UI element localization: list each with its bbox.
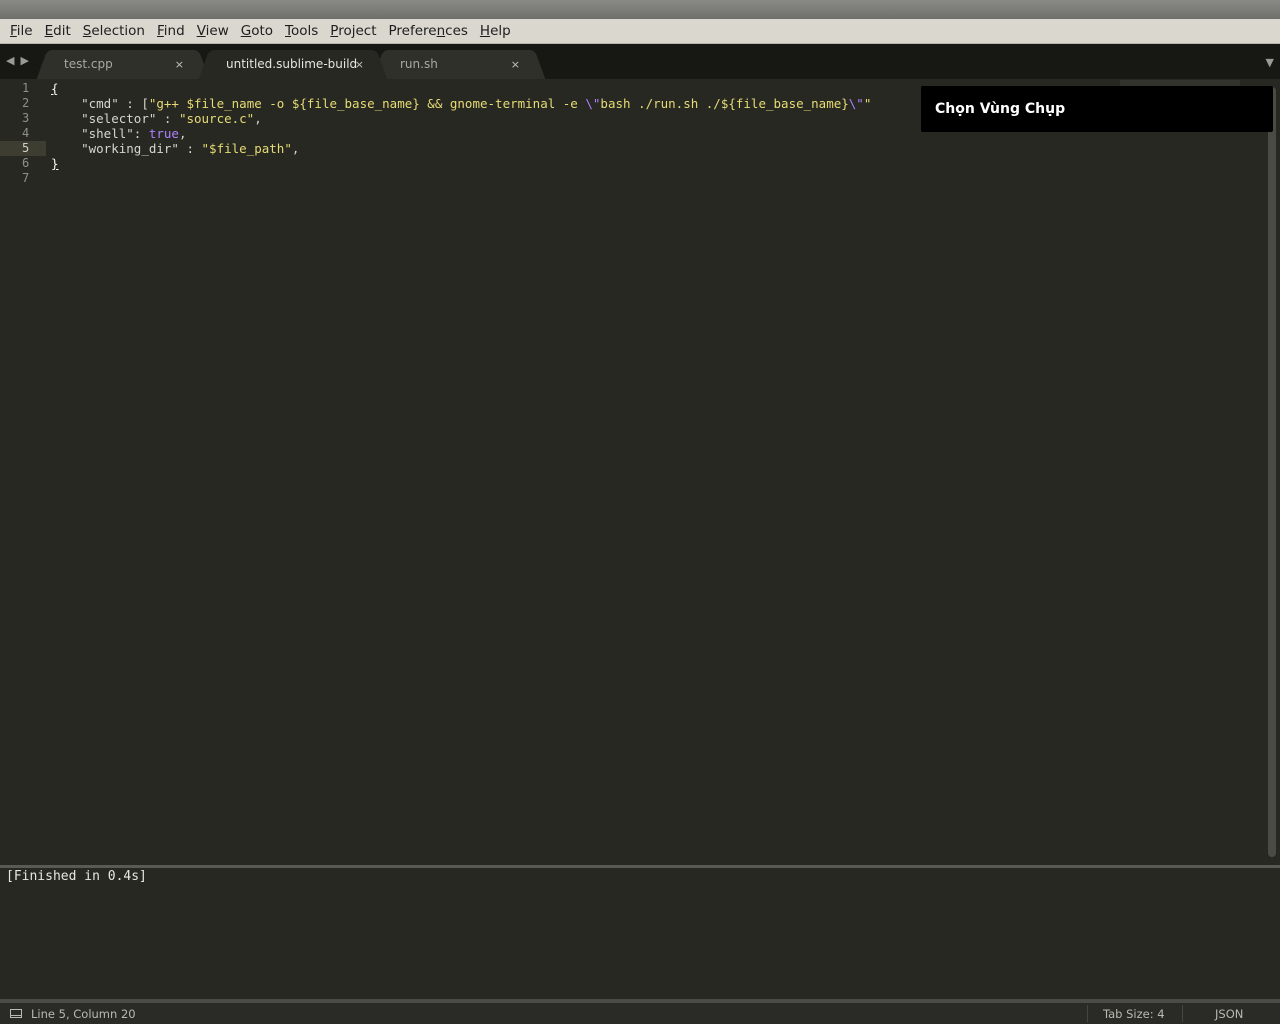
panel-toggle-icon[interactable] bbox=[10, 1009, 22, 1018]
notification-text: Chọn Vùng Chụp bbox=[935, 101, 1066, 117]
code-editor[interactable]: 1 2 3 4 5 6 7 { "cmd" : ["g++ $file_name… bbox=[0, 79, 1266, 865]
menubar: File Edit Selection Find View Goto Tools… bbox=[0, 19, 1280, 44]
code-line-text: { bbox=[51, 81, 59, 96]
tab-label: test.cpp bbox=[64, 57, 113, 71]
scrollbar-thumb[interactable] bbox=[1268, 87, 1276, 857]
menu-help[interactable]: Help bbox=[474, 19, 517, 44]
menu-edit[interactable]: Edit bbox=[39, 19, 77, 44]
code-line-current[interactable]: "working_dir" : "$file_path", bbox=[51, 141, 1261, 156]
menu-project[interactable]: Project bbox=[324, 19, 382, 44]
build-output-panel[interactable]: [Finished in 0.4s] bbox=[0, 868, 1280, 999]
menu-selection[interactable]: Selection bbox=[77, 19, 151, 44]
menu-tools[interactable]: Tools bbox=[279, 19, 324, 44]
window-title-strip bbox=[0, 0, 1280, 19]
back-arrow-icon[interactable]: ◀ bbox=[6, 54, 18, 67]
line-number-gutter: 1 2 3 4 5 6 7 bbox=[0, 79, 46, 865]
syntax-indicator[interactable]: JSON bbox=[1215, 1007, 1243, 1021]
close-icon[interactable]: × bbox=[175, 58, 184, 71]
code-line-text: "working_dir" : "$file_path", bbox=[81, 141, 300, 156]
menu-preferences[interactable]: Preferences bbox=[383, 19, 474, 44]
tab-menu-icon[interactable]: ▼ bbox=[1266, 56, 1274, 69]
cursor-position: Line 5, Column 20 bbox=[31, 1007, 136, 1021]
tab-nav-arrows: ◀ ▶ bbox=[6, 54, 35, 67]
code-line-text: "cmd" : ["g++ $file_name -o ${file_base_… bbox=[81, 96, 872, 111]
menu-find[interactable]: Find bbox=[151, 19, 191, 44]
tab-label: run.sh bbox=[400, 57, 438, 71]
status-divider bbox=[1182, 1005, 1183, 1022]
line-number: 4 bbox=[22, 126, 30, 140]
tab-test-cpp[interactable]: test.cpp × bbox=[48, 50, 198, 79]
tab-label: untitled.sublime-build bbox=[226, 57, 358, 71]
close-icon[interactable]: × bbox=[511, 58, 520, 71]
code-line[interactable]: } bbox=[51, 156, 1261, 171]
editor-scrollbar[interactable] bbox=[1266, 79, 1280, 865]
line-number-current: 5 bbox=[0, 141, 46, 156]
menu-view[interactable]: View bbox=[191, 19, 235, 44]
menu-file[interactable]: File bbox=[4, 19, 39, 44]
line-number: 7 bbox=[22, 171, 30, 185]
status-bar: Line 5, Column 20 Tab Size: 4 JSON bbox=[0, 1003, 1280, 1024]
capture-notification: Chọn Vùng Chụp bbox=[921, 86, 1273, 132]
tab-run-sh[interactable]: run.sh × bbox=[384, 50, 534, 79]
status-divider bbox=[1087, 1005, 1088, 1022]
menu-goto[interactable]: Goto bbox=[235, 19, 279, 44]
forward-arrow-icon[interactable]: ▶ bbox=[20, 54, 32, 67]
line-number: 3 bbox=[22, 111, 30, 125]
tab-size-indicator[interactable]: Tab Size: 4 bbox=[1103, 1007, 1165, 1021]
code-line-text: "shell": true, bbox=[81, 126, 187, 141]
tab-bar: ◀ ▶ test.cpp × untitled.sublime-build × r… bbox=[0, 44, 1280, 79]
build-output-text: [Finished in 0.4s] bbox=[6, 869, 147, 884]
line-number: 6 bbox=[22, 156, 30, 170]
code-line-text: } bbox=[51, 156, 59, 171]
line-number: 1 bbox=[22, 81, 30, 95]
tab-untitled-sublime-build[interactable]: untitled.sublime-build × bbox=[210, 50, 376, 79]
code-line-text: "selector" : "source.c", bbox=[81, 111, 262, 126]
code-line[interactable] bbox=[51, 171, 1261, 186]
close-icon[interactable]: × bbox=[355, 58, 364, 71]
line-number: 2 bbox=[22, 96, 30, 110]
